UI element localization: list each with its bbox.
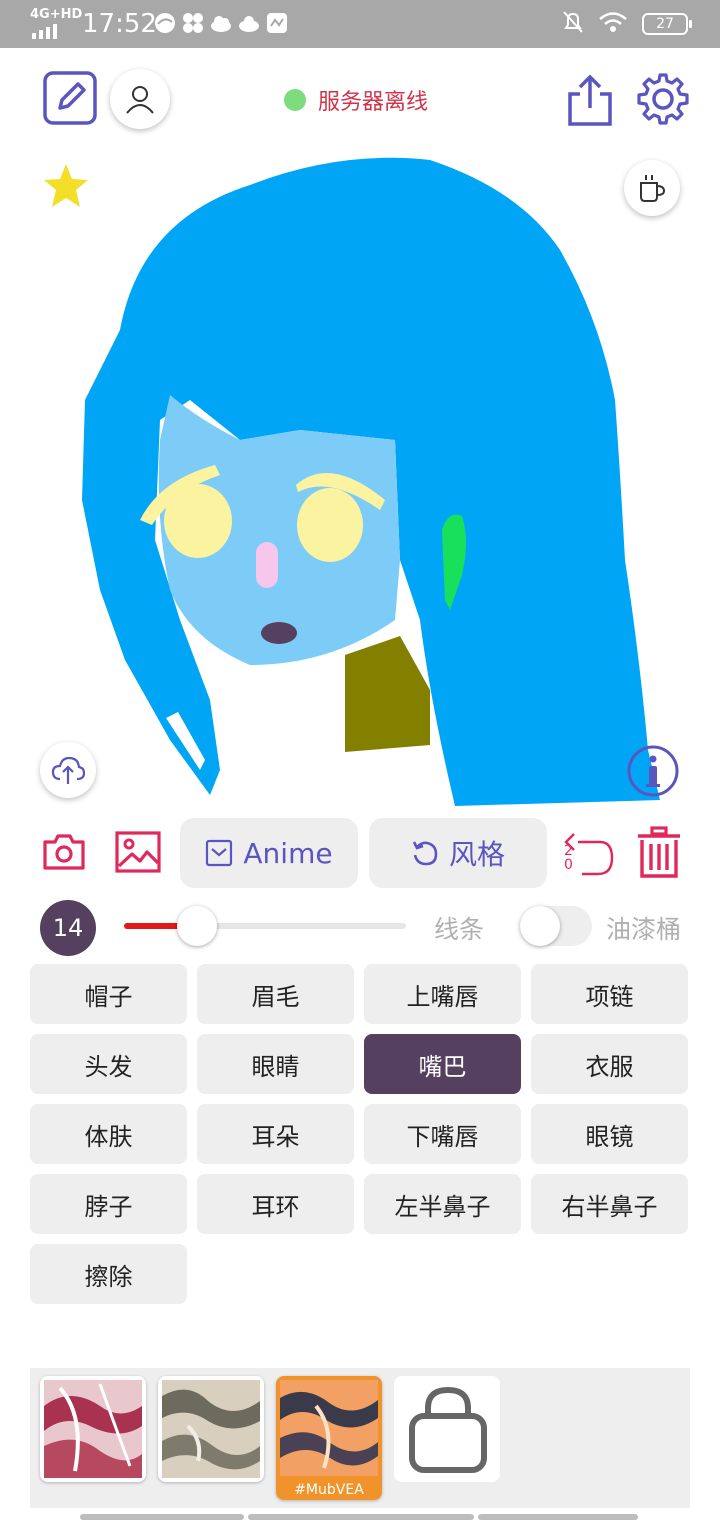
info-button[interactable] xyxy=(626,744,680,798)
server-status: 服务器离线 xyxy=(284,84,428,116)
battery-indicator: 27 xyxy=(642,13,692,35)
nav-bar-segment xyxy=(478,1514,638,1520)
anime-button[interactable]: Anime xyxy=(180,818,358,888)
user-profile-button[interactable] xyxy=(110,69,170,129)
user-icon xyxy=(126,86,154,114)
part-button[interactable]: 左半鼻子 xyxy=(364,1174,521,1234)
camera-icon xyxy=(43,834,85,870)
network-type: 4G+HD xyxy=(30,7,83,22)
style-store-button[interactable] xyxy=(394,1376,500,1482)
app-notification-icon xyxy=(154,12,176,34)
part-button[interactable]: 上嘴唇 xyxy=(364,964,521,1024)
status-bar: 4G+HD 17:52 27 xyxy=(0,0,720,48)
part-button[interactable]: 帽子 xyxy=(30,964,187,1024)
status-dot xyxy=(284,89,306,111)
wifi-icon xyxy=(598,11,628,37)
image-icon xyxy=(115,831,161,873)
undo-count: 20 xyxy=(564,843,573,873)
style-tray: #MubVEA xyxy=(30,1368,690,1508)
slider-thumb[interactable] xyxy=(177,906,218,946)
cloud-upload-button[interactable] xyxy=(40,742,96,798)
selected-style-caption: #MubVEA xyxy=(294,1482,364,1498)
nav-bar-segment xyxy=(248,1514,474,1520)
cloud-icon-2 xyxy=(238,12,260,34)
delete-button[interactable] xyxy=(636,826,682,880)
bell-muted-icon xyxy=(562,10,584,38)
style-button[interactable]: 风格 xyxy=(369,818,547,888)
style-preview-image xyxy=(44,1380,142,1478)
part-button[interactable]: 脖子 xyxy=(30,1174,187,1234)
gallery-button[interactable] xyxy=(114,830,162,874)
part-button[interactable]: 嘴巴 xyxy=(364,1034,521,1094)
favorite-star-icon[interactable] xyxy=(42,162,90,210)
cloud-upload-icon xyxy=(51,756,85,784)
camera-button[interactable] xyxy=(42,832,86,872)
anime-label: Anime xyxy=(243,836,333,870)
shopping-bag-icon xyxy=(409,1386,487,1473)
edit-icon[interactable] xyxy=(42,70,98,126)
server-status-text: 服务器离线 xyxy=(318,90,429,115)
nav-bar-segment xyxy=(80,1514,244,1520)
part-button[interactable]: 耳环 xyxy=(197,1174,354,1234)
bucket-toggle[interactable] xyxy=(520,906,592,946)
undo-button[interactable]: 20 xyxy=(560,826,616,880)
share-button[interactable] xyxy=(566,72,614,128)
coffee-button[interactable] xyxy=(624,160,680,216)
signal-icon xyxy=(32,24,57,39)
toggle-knob xyxy=(520,906,560,946)
app-notification-icon-2 xyxy=(266,12,288,34)
part-button[interactable]: 眉毛 xyxy=(197,964,354,1024)
refresh-icon xyxy=(412,841,438,866)
settings-button[interactable] xyxy=(636,72,690,126)
gear-icon xyxy=(637,73,689,125)
notification-icons xyxy=(154,12,288,34)
part-button[interactable]: 衣服 xyxy=(531,1034,688,1094)
style-thumbnail-red[interactable] xyxy=(40,1376,146,1482)
part-button[interactable]: 擦除 xyxy=(30,1244,187,1304)
brush-size-slider[interactable] xyxy=(124,906,406,946)
style-preview-image xyxy=(162,1380,260,1478)
drawing-canvas[interactable] xyxy=(0,140,720,810)
sketch-drawing xyxy=(82,157,660,806)
part-button[interactable]: 耳朵 xyxy=(197,1104,354,1164)
cloud-icon xyxy=(210,12,232,34)
style-thumbnail-stone[interactable] xyxy=(158,1376,264,1482)
share-icon xyxy=(568,74,612,126)
checkbox-mail-icon xyxy=(206,839,233,867)
trash-icon xyxy=(638,826,680,878)
style-thumbnail-selected[interactable]: #MubVEA xyxy=(276,1376,382,1500)
part-button[interactable]: 项链 xyxy=(531,964,688,1024)
clock: 17:52 xyxy=(82,9,157,39)
part-button[interactable]: 下嘴唇 xyxy=(364,1104,521,1164)
info-icon xyxy=(627,745,679,797)
part-button[interactable]: 体肤 xyxy=(30,1104,187,1164)
bucket-mode-label: 油漆桶 xyxy=(606,915,682,944)
part-button[interactable]: 右半鼻子 xyxy=(531,1174,688,1234)
fan-notification-icon xyxy=(182,12,204,34)
style-label: 风格 xyxy=(448,838,505,871)
part-button[interactable]: 眼睛 xyxy=(197,1034,354,1094)
coffee-cup-icon xyxy=(640,175,666,202)
style-preview-image xyxy=(280,1380,378,1476)
brush-size-badge: 14 xyxy=(40,900,96,956)
part-button[interactable]: 眼镜 xyxy=(531,1104,688,1164)
line-mode-label: 线条 xyxy=(434,915,485,944)
part-button[interactable]: 头发 xyxy=(30,1034,187,1094)
